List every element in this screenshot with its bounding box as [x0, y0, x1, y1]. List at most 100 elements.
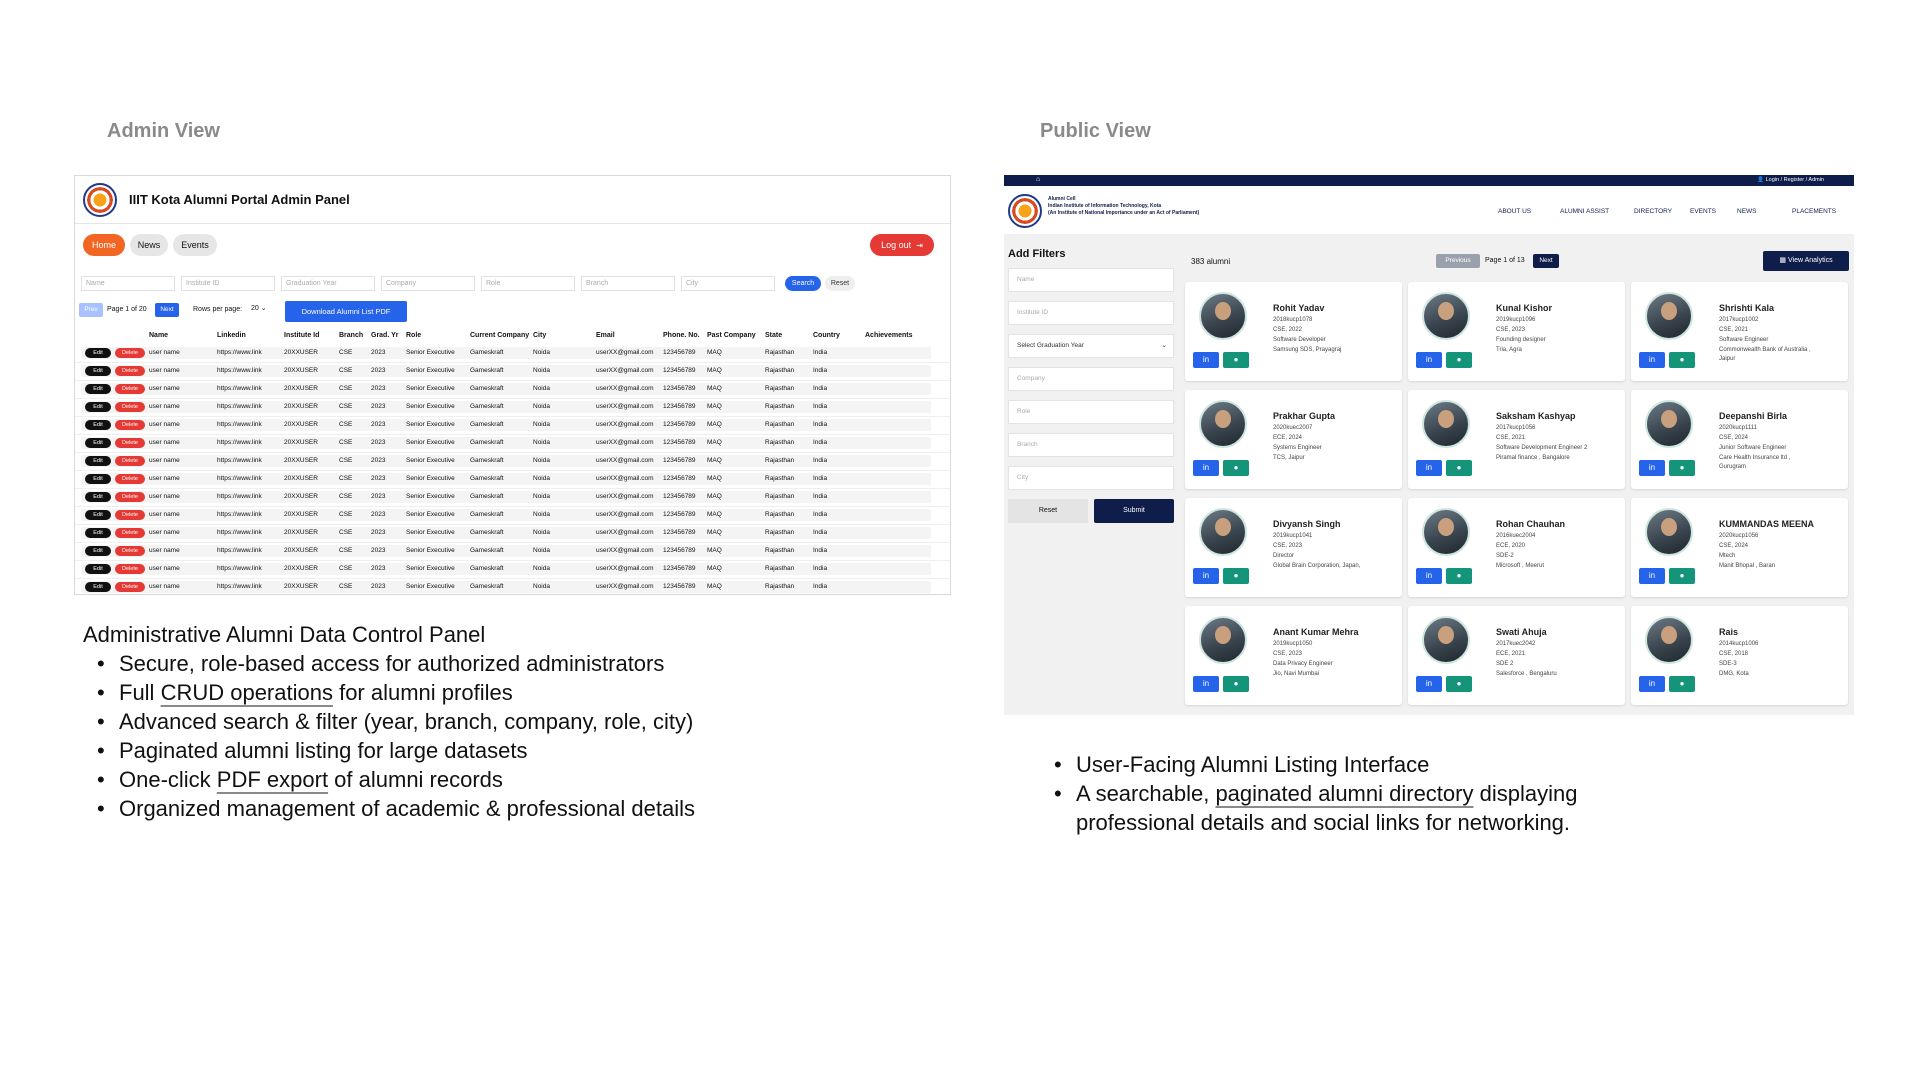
edit-button[interactable]: Edit	[85, 492, 111, 502]
nav-events[interactable]: EVENTS	[1690, 208, 1716, 215]
name-filter[interactable]: Name	[81, 276, 175, 291]
profile-button[interactable]: ●	[1669, 352, 1695, 368]
row-background	[81, 437, 931, 449]
linkedin-button[interactable]: in	[1193, 676, 1219, 692]
pdf-export-link[interactable]: PDF export	[217, 767, 328, 792]
profile-button[interactable]: ●	[1669, 568, 1695, 584]
profile-button[interactable]: ●	[1446, 676, 1472, 692]
profile-button[interactable]: ●	[1223, 568, 1249, 584]
role-filter[interactable]: Role	[1008, 400, 1174, 424]
delete-button[interactable]: Delete	[115, 384, 145, 394]
profile-button[interactable]: ●	[1223, 676, 1249, 692]
edit-button[interactable]: Edit	[85, 510, 111, 520]
city-filter[interactable]: City	[681, 276, 775, 291]
linkedin-button[interactable]: in	[1639, 460, 1665, 476]
table-cell: Noida	[533, 349, 550, 356]
prev-page-button[interactable]: Prev	[79, 303, 103, 317]
nav-news[interactable]: NEWS	[1737, 208, 1757, 215]
edit-button[interactable]: Edit	[85, 528, 111, 538]
delete-button[interactable]: Delete	[115, 456, 145, 466]
previous-button[interactable]: Previous	[1436, 254, 1480, 268]
nav-placements[interactable]: PLACEMENTS	[1792, 208, 1836, 215]
search-button[interactable]: Search	[785, 276, 821, 291]
edit-button[interactable]: Edit	[85, 402, 111, 412]
linkedin-button[interactable]: in	[1416, 568, 1442, 584]
linkedin-button[interactable]: in	[1639, 568, 1665, 584]
linkedin-button[interactable]: in	[1193, 460, 1219, 476]
logout-button[interactable]: Log out ⇥	[870, 234, 934, 256]
rows-per-page-select[interactable]: 20 ⌄	[251, 304, 267, 312]
nav-directory[interactable]: DIRECTORY	[1634, 208, 1672, 215]
submit-button[interactable]: Submit	[1094, 499, 1174, 523]
edit-button[interactable]: Edit	[85, 438, 111, 448]
alumni-name: Swati Ahuja	[1496, 627, 1547, 637]
table-row: Edit Delete user name https://www.link 20XXU…	[75, 489, 950, 507]
delete-button[interactable]: Delete	[115, 366, 145, 376]
profile-button[interactable]: ●	[1446, 352, 1472, 368]
linkedin-button[interactable]: in	[1416, 352, 1442, 368]
edit-button[interactable]: Edit	[85, 456, 111, 466]
edit-button[interactable]: Edit	[85, 366, 111, 376]
profile-button[interactable]: ●	[1669, 460, 1695, 476]
linkedin-button[interactable]: in	[1193, 568, 1219, 584]
grad-year-filter[interactable]: Graduation Year	[281, 276, 375, 291]
edit-button[interactable]: Edit	[85, 582, 111, 592]
linkedin-button[interactable]: in	[1639, 676, 1665, 692]
view-analytics-button[interactable]: ▦ View Analytics	[1763, 251, 1849, 271]
delete-button[interactable]: Delete	[115, 528, 145, 538]
edit-button[interactable]: Edit	[85, 564, 111, 574]
name-filter[interactable]: Name	[1008, 268, 1174, 292]
delete-button[interactable]: Delete	[115, 510, 145, 520]
delete-button[interactable]: Delete	[115, 564, 145, 574]
institute-id-filter[interactable]: Institute ID	[181, 276, 275, 291]
linkedin-button[interactable]: in	[1193, 352, 1219, 368]
edit-button[interactable]: Edit	[85, 348, 111, 358]
role-filter[interactable]: Role	[481, 276, 575, 291]
crud-link[interactable]: CRUD operations	[161, 680, 333, 705]
delete-button[interactable]: Delete	[115, 438, 145, 448]
delete-button[interactable]: Delete	[115, 474, 145, 484]
city-filter[interactable]: City	[1008, 466, 1174, 490]
edit-button[interactable]: Edit	[85, 384, 111, 394]
profile-button[interactable]: ●	[1223, 460, 1249, 476]
next-page-button[interactable]: Next	[155, 303, 179, 317]
delete-button[interactable]: Delete	[115, 348, 145, 358]
download-pdf-button[interactable]: Download Alumni List PDF	[285, 301, 407, 322]
delete-button[interactable]: Delete	[115, 546, 145, 556]
linkedin-button[interactable]: in	[1639, 352, 1665, 368]
profile-button[interactable]: ●	[1223, 352, 1249, 368]
delete-button[interactable]: Delete	[115, 582, 145, 592]
profile-button[interactable]: ●	[1669, 676, 1695, 692]
linkedin-button[interactable]: in	[1416, 460, 1442, 476]
branch-filter[interactable]: Branch	[581, 276, 675, 291]
table-cell: 20XXUSER	[284, 403, 318, 410]
table-cell: Noida	[533, 493, 550, 500]
edit-button[interactable]: Edit	[85, 546, 111, 556]
edit-button[interactable]: Edit	[85, 420, 111, 430]
profile-button[interactable]: ●	[1446, 460, 1472, 476]
table-cell: userXX@gmail.com	[596, 349, 654, 356]
rows-per-page-value: 20	[251, 305, 259, 312]
login-link[interactable]: 👤 Login / Register / Admin	[1757, 177, 1824, 183]
nav-about[interactable]: ABOUT US	[1498, 208, 1531, 215]
profile-button[interactable]: ●	[1446, 568, 1472, 584]
linkedin-button[interactable]: in	[1416, 676, 1442, 692]
grad-year-select[interactable]: Select Graduation Year ⌄	[1008, 334, 1174, 358]
next-button[interactable]: Next	[1533, 254, 1559, 268]
delete-button[interactable]: Delete	[115, 402, 145, 412]
directory-link[interactable]: paginated alumni directory	[1215, 781, 1473, 806]
nav-alumni-assist[interactable]: ALUMNI ASSIST	[1560, 208, 1609, 215]
events-tab[interactable]: Events	[173, 234, 217, 256]
reset-button[interactable]: Reset	[825, 276, 855, 291]
home-tab[interactable]: Home	[83, 234, 125, 256]
edit-button[interactable]: Edit	[85, 474, 111, 484]
company-filter[interactable]: Company	[1008, 367, 1174, 391]
reset-button[interactable]: Reset	[1008, 499, 1088, 523]
institute-id-filter[interactable]: Institute ID	[1008, 301, 1174, 325]
delete-button[interactable]: Delete	[115, 420, 145, 430]
news-tab[interactable]: News	[130, 234, 168, 256]
delete-button[interactable]: Delete	[115, 492, 145, 502]
home-icon[interactable]: ⌂	[1036, 176, 1040, 183]
branch-filter[interactable]: Branch	[1008, 433, 1174, 457]
company-filter[interactable]: Company	[381, 276, 475, 291]
